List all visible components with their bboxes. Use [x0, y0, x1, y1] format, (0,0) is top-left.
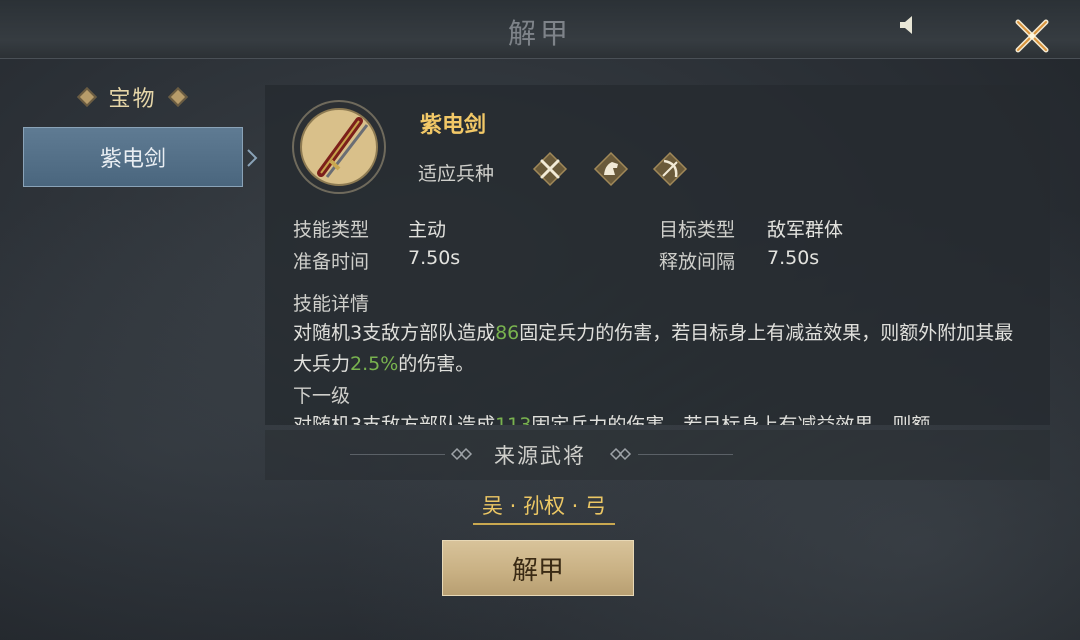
archer-troop-icon	[652, 151, 688, 187]
unequip-button[interactable]: 解甲	[442, 540, 634, 596]
percent-value: 2.5%	[350, 353, 399, 375]
cast-interval-value: 7.50s	[767, 247, 820, 269]
cast-interval-label: 释放间隔	[659, 251, 736, 273]
next-level-heading: 下一级	[293, 385, 351, 407]
skill-detail-heading: 技能详情	[293, 293, 370, 315]
chevron-right-icon	[247, 149, 258, 167]
divider	[350, 454, 445, 455]
ornament-icon	[609, 447, 632, 461]
diamond-ornament-icon	[77, 87, 98, 107]
item-detail-panel: 紫电剑 适应兵种 技能类型 主动 目标类型 敌军群体 准备时间 7.50s 释放…	[265, 85, 1050, 425]
sword-item-icon	[292, 100, 386, 194]
target-type-value: 敌军群体	[767, 219, 844, 241]
source-general-link[interactable]: 吴 · 孙权 · 弓	[473, 490, 615, 525]
speaker-icon[interactable]	[898, 14, 918, 36]
prep-time-value: 7.50s	[408, 247, 461, 269]
prep-time-label: 准备时间	[293, 251, 370, 273]
source-general-title: 来源武将	[494, 444, 586, 468]
skill-type-value: 主动	[408, 219, 447, 241]
close-icon[interactable]	[1010, 16, 1054, 56]
divider	[638, 454, 733, 455]
cavalry-troop-icon	[593, 151, 629, 187]
skill-type-label: 技能类型	[293, 219, 370, 241]
diamond-ornament-icon	[167, 87, 188, 107]
damage-value: 86	[495, 322, 520, 344]
troop-type-label: 适应兵种	[418, 163, 495, 185]
page-title: 解甲	[507, 17, 572, 50]
sidebar-item-treasure[interactable]: 紫电剑	[23, 127, 243, 187]
category-heading: 宝物	[60, 82, 205, 112]
category-label: 宝物	[108, 87, 157, 112]
spear-troop-icon	[532, 151, 568, 187]
ornament-icon	[450, 447, 473, 461]
title-bar: 解甲	[0, 0, 1080, 59]
item-name: 紫电剑	[420, 113, 487, 138]
next-level-text: 对随机3支敌方部队造成113固定兵力的伤害，若目标身上有减益效果，则额	[293, 414, 931, 425]
target-type-label: 目标类型	[659, 219, 736, 241]
source-section	[265, 430, 1050, 480]
skill-detail-text: 对随机3支敌方部队造成86固定兵力的伤害，若目标身上有减益效果，则额外附加其最大…	[293, 322, 1014, 375]
